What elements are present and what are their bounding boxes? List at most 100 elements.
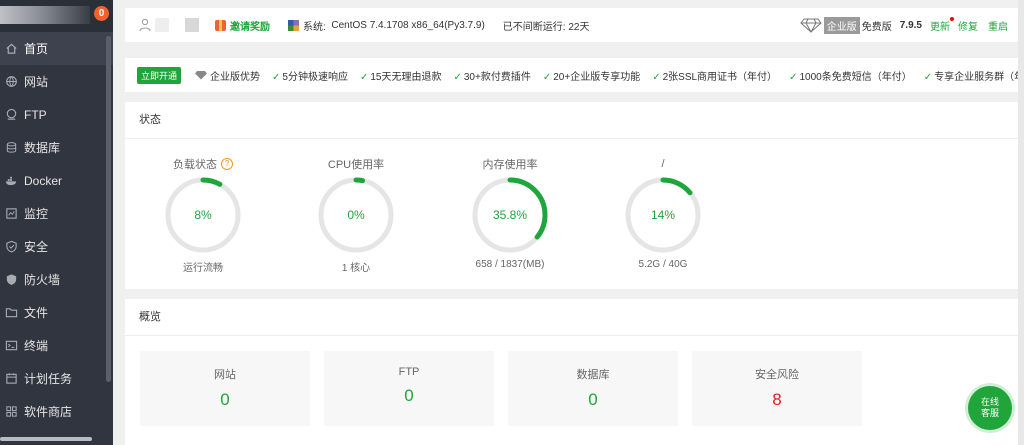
diamond-icon [800, 17, 822, 34]
terminal-icon [4, 339, 18, 353]
feature-item: ✓ 5分钟极速响应 [272, 71, 348, 83]
sidebar-item-ftp[interactable]: FTP [0, 98, 113, 131]
status-title: 状态 [125, 102, 1018, 139]
home-icon [4, 42, 18, 56]
sidebar-item-label: 监控 [24, 207, 49, 221]
overview-panel: 概览 网站 0 FTP 0 数据库 0 安全风险 8 [125, 299, 1018, 445]
disk-gauge[interactable]: / 14% 5.2G / 40G [598, 157, 728, 270]
feature-item: ✓专享企业服务群（年付 [923, 71, 1024, 83]
grid-icon [4, 405, 18, 419]
gauge-ring: 35.8% [472, 177, 548, 253]
gauge-title: 内存使用率 [482, 159, 538, 171]
sidebar-item-label: FTP [24, 107, 47, 122]
check-icon: ✓ [453, 71, 462, 83]
docker-icon [4, 174, 18, 188]
sidebar-item-files[interactable]: 文件 [0, 296, 113, 329]
username-redacted [155, 18, 169, 32]
sidebar-item-store[interactable]: 软件商店 [0, 395, 113, 428]
online-support-button[interactable]: 在线 客服 [968, 386, 1012, 430]
gauge-subtext: 1 核心 [341, 263, 371, 274]
sidebar-item-website[interactable]: 网站 [0, 65, 113, 98]
feature-item: ✓ 20+企业版专享功能 [542, 71, 641, 83]
load-gauge[interactable]: 负载状态? 8% 运行流畅 [138, 157, 268, 274]
gift-icon [215, 19, 226, 31]
repair-link[interactable]: 修复 [958, 18, 978, 33]
update-dot [950, 16, 954, 21]
invite-reward-link[interactable]: 邀请奖励 [215, 18, 270, 33]
os-icon [288, 19, 299, 31]
logo[interactable] [0, 6, 90, 24]
feature-item: ✓ 1000条免费短信（年付） [789, 71, 912, 83]
card-value[interactable]: 8 [692, 390, 862, 410]
sidebar-item-firewall[interactable]: 防火墙 [0, 263, 113, 296]
uptime-text: 已不间断运行: 22天 [502, 21, 590, 33]
gauge-ring: 14% [625, 177, 701, 253]
free-edition-label: 免费版 [861, 21, 892, 33]
database-card[interactable]: 数据库 0 [508, 351, 678, 426]
sidebar-item-label: 安全 [24, 240, 49, 254]
card-label: 安全风险 [755, 369, 799, 381]
logo-row: 0 [0, 0, 113, 32]
ftp-card[interactable]: FTP 0 [324, 351, 494, 426]
update-link[interactable]: 更新 [930, 16, 954, 33]
gauge-value: 35.8% [493, 208, 527, 222]
website-card[interactable]: 网站 0 [140, 351, 310, 426]
gauge-value: 14% [651, 208, 675, 222]
sidebar-item-terminal[interactable]: 终端 [0, 329, 113, 362]
sidebar-item-docker[interactable]: Docker [0, 164, 113, 197]
sidebar-item-cron[interactable]: 计划任务 [0, 362, 113, 395]
sidebar-item-database[interactable]: 数据库 [0, 131, 113, 164]
chat-line1: 在线 [980, 397, 999, 407]
check-icon: ✓ [923, 71, 933, 83]
cpu-gauge[interactable]: CPU使用率 0% 1 核心 [291, 157, 421, 274]
enterprise-label[interactable]: 企业版 [823, 16, 860, 34]
sidebar-item-label: 文件 [24, 306, 49, 320]
sidebar-item-home[interactable]: 首页 [0, 32, 113, 65]
chat-line2: 客服 [980, 408, 999, 418]
diamond-icon [195, 71, 208, 80]
card-value[interactable]: 0 [324, 386, 494, 406]
enterprise-promo-bar: 立即开通 企业版优势 ✓ 5分钟极速响应 ✓ 15天无理由退款 ✓ 30+款付费插件 … [125, 58, 1024, 92]
gauge-title: 负载状态 [173, 159, 217, 171]
sidebar-item-label: 软件商店 [24, 405, 73, 419]
feature-item: ✓ 15天无理由退款 [359, 71, 442, 83]
sidebar-item-label: 首页 [24, 42, 49, 56]
ip-redacted [185, 18, 199, 32]
check-icon: ✓ [359, 71, 369, 83]
advantage-label: 企业版优势 [210, 71, 261, 83]
restart-link[interactable]: 重启 [988, 18, 1008, 33]
ftp-icon [4, 108, 18, 122]
top-bar: 邀请奖励 系统: CentOS 7.4.1708 x86_64(Py3.7.9)… [125, 8, 1018, 42]
enterprise-advantage[interactable]: 企业版优势 [195, 68, 260, 83]
monitor-icon [4, 207, 18, 221]
gauge-subtext: 5.2G / 40G [638, 259, 688, 270]
gauge-value: 8% [194, 208, 212, 222]
user-icon[interactable] [139, 18, 151, 32]
version-controls: 企业版 免费版 7.9.5 更新 修复 重启 [800, 16, 1008, 34]
sidebar-horizontal-scrollbar[interactable] [0, 437, 92, 441]
card-value[interactable]: 0 [508, 390, 678, 410]
sidebar-scrollbar[interactable] [106, 36, 111, 382]
system-info: 系统: CentOS 7.4.1708 x86_64(Py3.7.9) [288, 18, 485, 33]
check-icon: ✓ [652, 71, 661, 83]
check-icon: ✓ [789, 71, 798, 83]
sidebar: 0 首页 网站 FTP 数据库 Docker 监控 安全 防火墙 文件 终端 计… [0, 0, 113, 445]
card-value[interactable]: 0 [140, 390, 310, 410]
memory-gauge[interactable]: 内存使用率 35.8% 658 / 1837(MB) [445, 157, 575, 270]
feature-item: ✓ 2张SSL商用证书（年付） [652, 71, 778, 83]
gauge-ring: 0% [318, 177, 394, 253]
page-scrollbar[interactable] [1018, 0, 1024, 445]
card-label: 数据库 [576, 369, 610, 381]
sidebar-item-monitor[interactable]: 监控 [0, 197, 113, 230]
notification-badge[interactable]: 0 [94, 6, 109, 21]
gauge-subtext: 运行流畅 [183, 263, 223, 274]
invite-label: 邀请奖励 [230, 21, 270, 33]
update-label: 更新 [930, 21, 950, 33]
gauge-ring: 8% [165, 177, 241, 253]
gauge-subtext: 658 / 1837(MB) [475, 259, 545, 270]
gauge-title: CPU使用率 [327, 159, 385, 171]
help-icon[interactable]: ? [221, 158, 233, 170]
open-now-button[interactable]: 立即开通 [137, 66, 182, 84]
sidebar-item-security[interactable]: 安全 [0, 230, 113, 263]
security-risk-card[interactable]: 安全风险 8 [692, 351, 862, 426]
